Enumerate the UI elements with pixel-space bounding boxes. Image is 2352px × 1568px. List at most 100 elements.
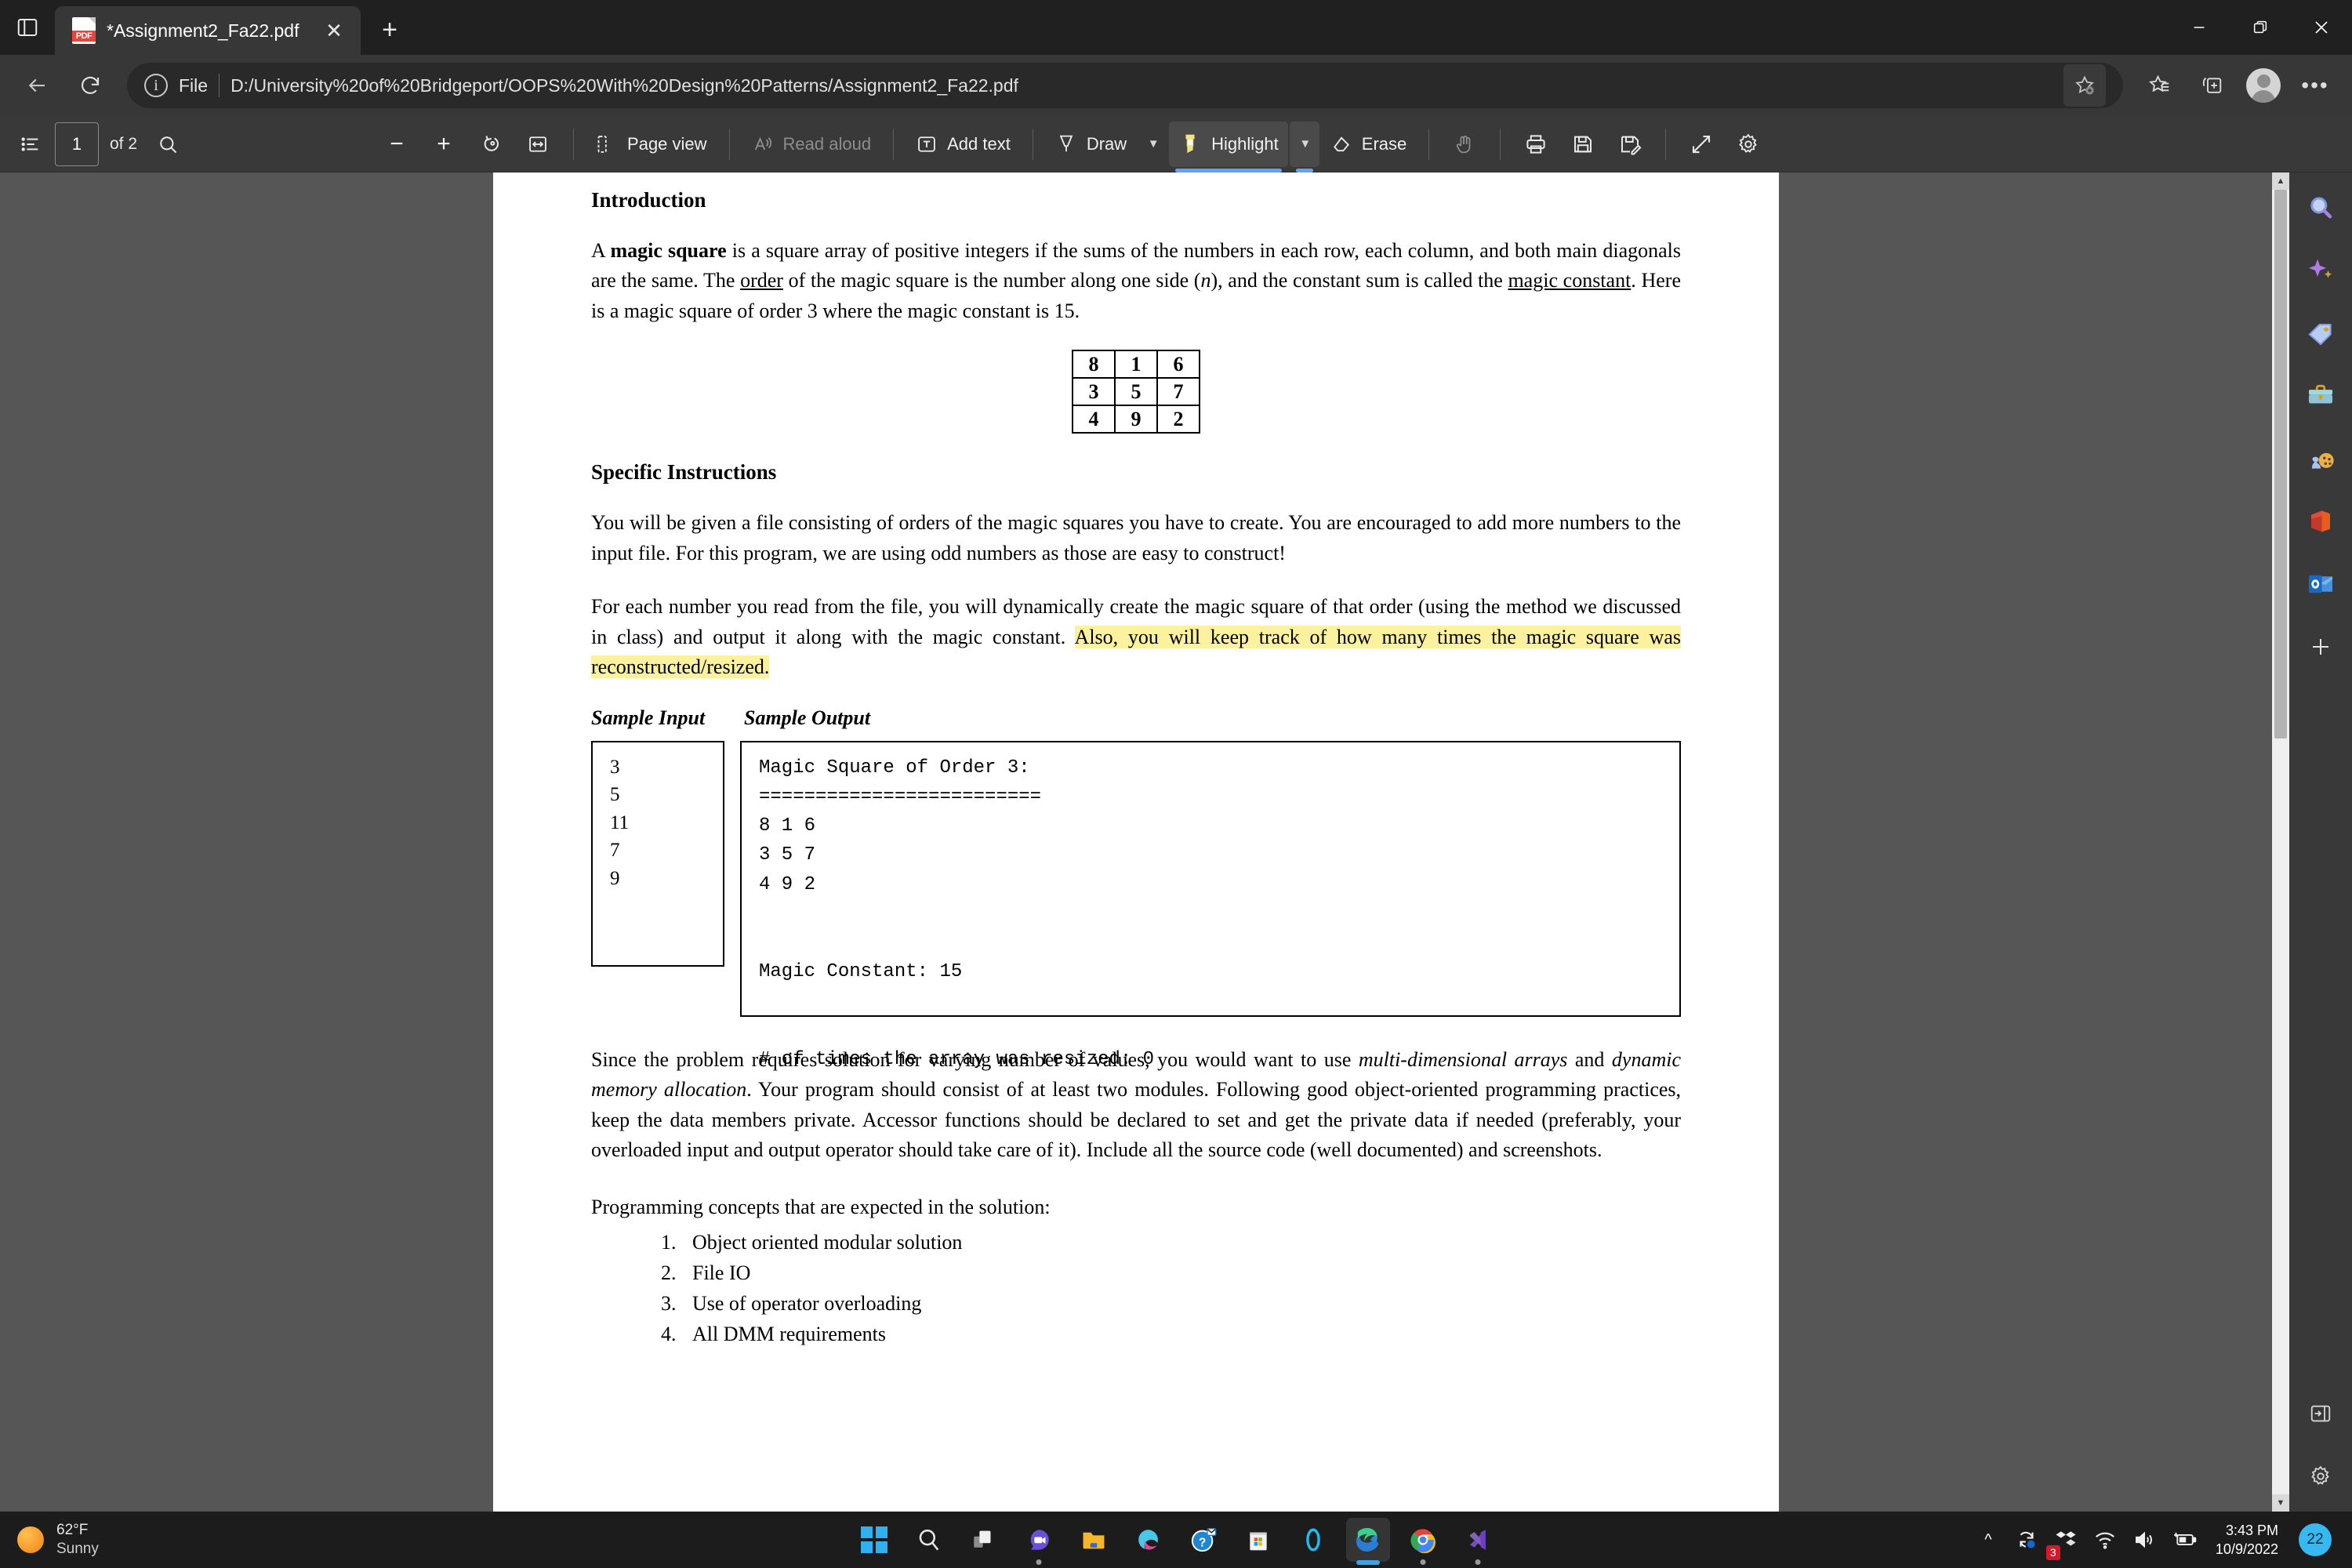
- sidebar-settings-icon[interactable]: [2296, 1452, 2345, 1501]
- battery-charging-icon[interactable]: [2165, 1518, 2205, 1562]
- omnibox-actions: [2063, 64, 2106, 107]
- toolbar-actions: •••: [2136, 61, 2339, 110]
- scrollbar-track[interactable]: [2272, 190, 2289, 1494]
- help-icon[interactable]: ?: [1181, 1518, 1225, 1562]
- dropbox-icon[interactable]: 3: [2045, 1518, 2084, 1562]
- notification-badge[interactable]: 22: [2292, 1518, 2338, 1562]
- microsoft-store-icon[interactable]: [1236, 1518, 1280, 1562]
- weather-condition: Sunny: [56, 1541, 99, 1557]
- samples-heading-row: Sample Input Sample Output: [591, 706, 1681, 730]
- favorites-icon[interactable]: [2136, 61, 2184, 110]
- office-icon[interactable]: [2296, 497, 2345, 546]
- closing-italic-1: multi-dimensional arrays: [1358, 1047, 1568, 1071]
- refresh-icon[interactable]: [66, 61, 114, 110]
- closing-paragraph: Since the problem requires solution for …: [591, 1045, 1681, 1166]
- toolbar-divider: [893, 128, 895, 160]
- new-tab-button[interactable]: +: [368, 9, 411, 51]
- intro-underline-magic-constant: magic constant: [1508, 269, 1632, 292]
- save-icon[interactable]: [1560, 122, 1606, 167]
- weather-widget[interactable]: 62°F Sunny: [0, 1521, 314, 1559]
- save-as-icon[interactable]: [1607, 122, 1653, 167]
- closing-text-a: Since the problem requires solution for …: [591, 1047, 1359, 1071]
- games-icon[interactable]: [2296, 434, 2345, 483]
- site-info-icon[interactable]: i: [144, 74, 168, 97]
- visual-studio-icon[interactable]: [1456, 1518, 1500, 1562]
- file-explorer-icon[interactable]: [1072, 1518, 1116, 1562]
- zoom-in-button[interactable]: +: [421, 122, 466, 167]
- draw-button[interactable]: Draw: [1046, 122, 1136, 167]
- add-text-button[interactable]: Add text: [906, 122, 1020, 167]
- back-icon[interactable]: [13, 61, 61, 110]
- print-icon[interactable]: [1513, 122, 1559, 167]
- onedrive-sync-icon[interactable]: [2009, 1518, 2045, 1562]
- highlight-button[interactable]: Highlight: [1169, 121, 1288, 172]
- intro-text-pre: A: [591, 239, 611, 262]
- page-view-button[interactable]: Page view: [586, 122, 717, 167]
- close-window-icon[interactable]: [2291, 0, 2352, 55]
- sun-icon: [17, 1526, 44, 1553]
- search-icon[interactable]: [2296, 183, 2345, 232]
- shopping-tag-icon[interactable]: [2296, 309, 2345, 358]
- volume-icon[interactable]: [2126, 1518, 2162, 1562]
- google-chrome-icon[interactable]: [1401, 1518, 1445, 1562]
- taskbar-clock[interactable]: 3:43 PM 10/9/2022: [2208, 1521, 2289, 1559]
- scroll-down-icon[interactable]: ▼: [2272, 1494, 2289, 1512]
- list-item: 7: [610, 840, 620, 862]
- collections-icon[interactable]: [2187, 61, 2236, 110]
- list-item: All DMM requirements: [681, 1319, 1681, 1349]
- scroll-up-icon[interactable]: ▲: [2272, 172, 2289, 190]
- task-view-icon[interactable]: [962, 1518, 1006, 1562]
- restore-icon[interactable]: [2230, 0, 2291, 55]
- address-omnibox[interactable]: i File D:/University%20of%20Bridgeport/O…: [127, 63, 2123, 108]
- magic-cell: 8: [1072, 350, 1116, 379]
- tray-overflow-chevron-up-icon[interactable]: ^: [1971, 1518, 2005, 1562]
- copilot-sparkle-icon[interactable]: [2296, 246, 2345, 295]
- dropbox-badge: 3: [2045, 1545, 2060, 1560]
- magic-cell: 5: [1114, 377, 1158, 407]
- fit-width-icon[interactable]: [515, 122, 561, 167]
- wifi-icon[interactable]: [2087, 1518, 2123, 1562]
- profile-avatar[interactable]: [2239, 61, 2288, 110]
- magic-cell: 1: [1114, 350, 1158, 379]
- scrollbar-thumb[interactable]: [2274, 190, 2287, 739]
- cortana-icon[interactable]: [1291, 1518, 1335, 1562]
- pdf-page-1: Introduction A magic square is a square …: [493, 172, 1779, 1512]
- search-icon[interactable]: [907, 1518, 951, 1562]
- search-icon[interactable]: [145, 122, 191, 167]
- notification-count: 22: [2299, 1523, 2332, 1556]
- minimize-icon[interactable]: [2169, 0, 2230, 55]
- pdf-scroll-region[interactable]: Introduction A magic square is a square …: [0, 172, 2272, 1512]
- widgets-chat-icon[interactable]: [1017, 1518, 1061, 1562]
- tab-actions-icon[interactable]: [0, 0, 55, 55]
- microsoft-edge-icon[interactable]: [1346, 1518, 1390, 1562]
- erase-button[interactable]: Erase: [1321, 122, 1416, 167]
- start-windows-icon[interactable]: [852, 1518, 896, 1562]
- sample-output-box: Magic Square of Order 3: ===============…: [740, 740, 1681, 1070]
- rotate-icon[interactable]: [468, 122, 514, 167]
- add-favorite-icon[interactable]: [2063, 64, 2106, 107]
- browser-tab[interactable]: *Assignment2_Fa22.pdf ✕: [55, 6, 361, 55]
- windows-taskbar: 62°F Sunny ? ^ 3 3:43 PM 10/9/2022 22: [0, 1512, 2352, 1568]
- address-input[interactable]: D:/University%20of%20Bridgeport/OOPS%20W…: [230, 75, 1018, 96]
- outlook-icon[interactable]: [2296, 560, 2345, 608]
- expand-sidebar-icon[interactable]: [2296, 1389, 2345, 1438]
- tools-toolbox-icon[interactable]: [2296, 372, 2345, 420]
- table-of-contents-icon[interactable]: [8, 122, 53, 167]
- read-aloud-button[interactable]: Read aloud: [742, 122, 881, 167]
- highlight-options-chevron-down-icon[interactable]: ▼: [1289, 121, 1319, 172]
- edge-dev-icon[interactable]: [1127, 1518, 1171, 1562]
- fullscreen-icon[interactable]: [1679, 122, 1724, 167]
- magic-cell: 2: [1156, 405, 1200, 434]
- page-number-input[interactable]: [55, 122, 99, 166]
- hand-tool-icon[interactable]: [1442, 122, 1487, 167]
- weather-temperature: 62°F: [56, 1522, 89, 1539]
- add-tool-icon[interactable]: [2296, 622, 2345, 671]
- draw-options-chevron-down-icon[interactable]: ▼: [1138, 122, 1167, 167]
- close-tab-icon[interactable]: ✕: [318, 15, 350, 46]
- pdf-vertical-scrollbar[interactable]: ▲ ▼: [2272, 172, 2289, 1512]
- list-item: File IO: [681, 1258, 1681, 1288]
- settings-gear-icon[interactable]: [1726, 122, 1771, 167]
- zoom-out-button[interactable]: −: [374, 122, 419, 167]
- more-options-icon[interactable]: •••: [2291, 61, 2339, 110]
- toolbar-divider: [1665, 128, 1667, 160]
